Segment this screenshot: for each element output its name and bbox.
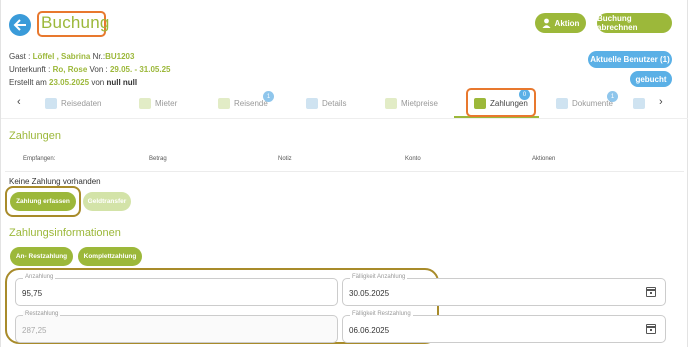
column-header: Betrag (149, 156, 167, 162)
user-icon (542, 18, 551, 28)
field-value: 95,75 (22, 289, 43, 298)
field-label: Restzahlung (23, 311, 61, 317)
tab-badge: 1 (607, 91, 618, 102)
field-label: Fälligkeit Anzahlung (350, 274, 408, 280)
table-divider (5, 171, 684, 172)
back-button[interactable] (9, 14, 31, 36)
chart-icon (45, 97, 57, 109)
active-tab-highlight (466, 88, 536, 117)
full-payment-button[interactable]: Komplettzahlung (78, 247, 142, 266)
booking-number: BU1203 (105, 52, 135, 61)
tabs-next-arrow[interactable]: › (659, 96, 663, 108)
created-info-line: Erstellt am 23.05.2025 von null null (9, 78, 138, 87)
created-date: 23.05.2025 (49, 78, 90, 87)
column-header: Empfangen: (23, 156, 56, 162)
partial-payment-button[interactable]: An- Restzahlung (10, 247, 73, 266)
tab-bar: Reisedaten Mieter Reisende 1 Details Mie… (1, 89, 688, 118)
current-users-button[interactable]: Aktuelle Benutzer (1) (588, 51, 672, 68)
tabs-divider (1, 118, 688, 119)
action-button[interactable]: Aktion (535, 13, 586, 33)
calendar-icon[interactable] (646, 287, 656, 297)
abrechnen-button[interactable]: Buchung abrechnen (597, 13, 672, 33)
people-icon (218, 97, 230, 109)
money-transfer-button[interactable]: Geldtransfer (83, 192, 131, 211)
tab-reisende[interactable]: Reisende 1 (218, 90, 274, 116)
page-title: Buchung (41, 13, 110, 32)
tab-details[interactable]: Details (306, 90, 346, 116)
tab-more[interactable] (633, 90, 653, 116)
created-by: null null (106, 78, 138, 87)
column-header: Notiz (278, 156, 292, 162)
field-value: 06.06.2025 (349, 326, 390, 335)
accommodation-info-line: Unterkunft : Ro, Rose Von : 29.05. - 31.… (9, 65, 171, 74)
status-badge[interactable]: gebucht (630, 71, 672, 87)
action-button-label: Aktion (554, 18, 580, 28)
field-value: 287,25 (22, 326, 47, 335)
faelligkeit-rest-field[interactable]: Fälligkeit Restzahlung 06.06.2025 (342, 311, 666, 343)
arrow-left-icon (13, 19, 26, 31)
list-icon (306, 97, 318, 109)
tab-mietpreise[interactable]: Mietpreise (385, 90, 438, 116)
field-value: 30.05.2025 (349, 289, 390, 298)
field-label: Fälligkeit Restzahlung (350, 311, 413, 317)
tab-badge: 1 (263, 91, 274, 102)
column-header: Konto (405, 156, 421, 162)
payments-section-title: Zahlungen (9, 130, 61, 142)
calendar-icon[interactable] (646, 324, 656, 334)
anzahlung-field[interactable]: Anzahlung 95,75 (15, 274, 338, 306)
guest-info-line: Gast : Löffel , Sabrina Nr.:BU1203 (9, 52, 135, 61)
document-icon (556, 97, 568, 109)
more-tab-icon (633, 97, 645, 109)
stay-dates: 29.05. - 31.05.25 (109, 65, 171, 74)
accommodation-name: Ro, Rose (52, 65, 88, 74)
column-header: Aktionen (532, 156, 556, 162)
grid-icon (139, 97, 151, 109)
restzahlung-field: Restzahlung 287,25 (15, 311, 338, 343)
field-label: Anzahlung (23, 274, 56, 280)
tab-dokumente[interactable]: Dokumente 1 (556, 90, 618, 116)
create-payment-button[interactable]: Zahlung erfassen (10, 192, 76, 211)
guest-name: Löffel , Sabrina (32, 52, 91, 61)
tab-reisedaten[interactable]: Reisedaten (45, 90, 101, 116)
payment-info-section-title: Zahlungsinformationen (9, 227, 121, 239)
faelligkeit-anzahlung-field[interactable]: Fälligkeit Anzahlung 30.05.2025 (342, 274, 666, 306)
booking-page: Buchung Aktion Buchung abrechnen Aktuell… (0, 0, 688, 347)
empty-payments-text: Keine Zahlung vorhanden (9, 177, 101, 186)
tab-mieter[interactable]: Mieter (139, 90, 177, 116)
table-icon (385, 97, 397, 109)
